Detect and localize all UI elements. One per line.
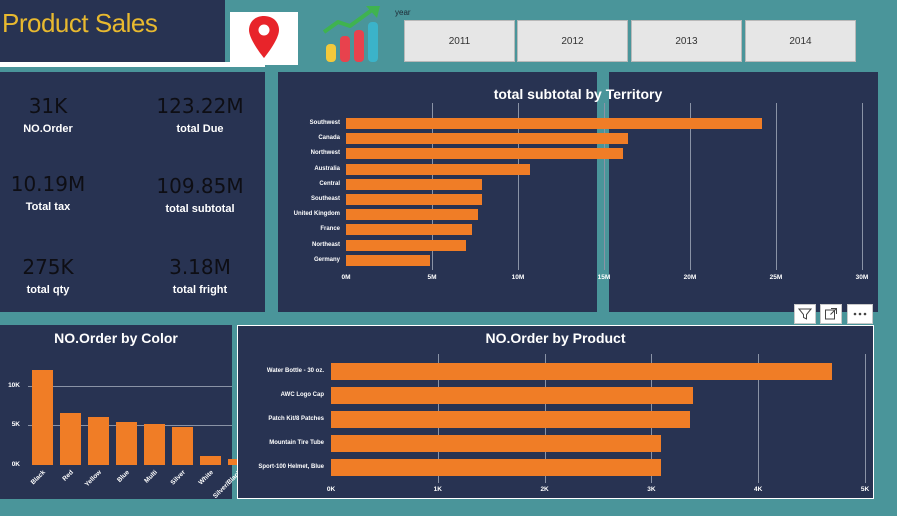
territory-chart-panel-right xyxy=(609,72,878,312)
year-option-2014[interactable]: 2014 xyxy=(745,20,856,62)
territory-category-label: Central xyxy=(319,180,340,187)
more-options-icon xyxy=(853,312,867,316)
territory-x-tick: 15M xyxy=(597,274,611,281)
territory-bar xyxy=(346,163,531,175)
kpi-value-total-due: 123.22M xyxy=(156,94,244,118)
product-x-tick: 5K xyxy=(860,486,870,493)
territory-category-label: Germany xyxy=(313,256,340,263)
growth-chart-logo xyxy=(320,4,384,64)
product-bar xyxy=(331,459,661,476)
territory-category-label: Southeast xyxy=(310,196,340,202)
product-x-tick: 0K xyxy=(326,486,336,493)
territory-bar xyxy=(346,194,482,205)
territory-bar xyxy=(346,239,467,251)
title-panel: Product Sales xyxy=(0,0,225,62)
product-x-tick: 4K xyxy=(754,486,763,493)
territory-gridline xyxy=(776,103,777,270)
product-category-label: Patch Kit/8 Patches xyxy=(268,416,324,422)
more-options-button[interactable] xyxy=(847,304,873,324)
product-category-label: Sport-100 Helmet, Blue xyxy=(258,464,324,470)
color-bar xyxy=(59,412,81,465)
year-option-2011[interactable]: 2011 xyxy=(404,20,515,62)
territory-x-tick: 5M xyxy=(427,274,437,281)
color-bar xyxy=(115,422,137,465)
territory-x-tick: 20M xyxy=(683,274,697,281)
product-bar xyxy=(331,363,832,380)
product-category-label: Mountain Tire Tube xyxy=(269,440,324,446)
kpi-label-total-tax: Total tax xyxy=(25,201,71,213)
territory-x-tick: 0M xyxy=(341,274,351,281)
product-bar xyxy=(331,411,690,428)
year-option-2013[interactable]: 2013 xyxy=(631,20,742,62)
focus-mode-button[interactable] xyxy=(820,304,842,324)
color-chart-title: NO.Order by Color xyxy=(54,330,178,346)
color-bar xyxy=(171,426,193,465)
territory-bar xyxy=(346,224,472,236)
focus-mode-icon xyxy=(825,308,837,320)
product-x-tick: 2K xyxy=(540,486,549,493)
year-option-2012[interactable]: 2012 xyxy=(517,20,628,62)
product-bar xyxy=(331,387,694,404)
kpi-panel: 31K NO.Order 123.22M total Due 10.19M To… xyxy=(0,72,265,312)
territory-category-label: United Kingdom xyxy=(293,211,340,218)
product-bar xyxy=(331,435,661,452)
header-divider xyxy=(0,62,265,67)
color-bar xyxy=(199,456,221,465)
territory-category-label: France xyxy=(320,226,340,233)
kpi-value-total-qty: 275K xyxy=(22,255,74,279)
kpi-label-orders: NO.Order xyxy=(23,123,73,135)
territory-category-label: Northwest xyxy=(310,150,340,157)
product-chart-title: NO.Order by Product xyxy=(485,330,626,346)
growth-chart-icon xyxy=(322,6,380,62)
kpi-label-total-qty: total qty xyxy=(26,284,70,296)
territory-category-label: Canada xyxy=(318,135,340,142)
territory-category-label: Australia xyxy=(314,165,340,172)
color-y-tick: 0K xyxy=(11,461,20,468)
territory-x-tick: 30M xyxy=(855,274,869,281)
color-y-tick: 10K xyxy=(8,381,20,389)
year-slicer-label: year xyxy=(395,8,411,17)
color-bar xyxy=(31,369,53,465)
color-bar xyxy=(87,417,109,465)
map-pin-icon xyxy=(249,16,279,58)
territory-bar xyxy=(346,133,629,145)
filter-button[interactable] xyxy=(794,304,816,324)
territory-bar xyxy=(346,148,623,160)
product-x-tick: 1K xyxy=(433,486,442,493)
territory-bar xyxy=(346,209,479,221)
territory-bar xyxy=(346,178,482,190)
product-category-label: Water Bottle - 30 oz. xyxy=(266,368,324,374)
territory-bar xyxy=(346,118,763,129)
territory-chart-title: total subtotal by Territory xyxy=(493,86,663,102)
color-gridline xyxy=(28,385,232,387)
territory-bar xyxy=(346,254,431,266)
page-title: Product Sales xyxy=(2,8,158,38)
kpi-value-total-tax: 10.19M xyxy=(10,172,86,196)
territory-gridline xyxy=(862,103,863,270)
map-pin-logo xyxy=(230,12,298,65)
territory-x-tick: 25M xyxy=(769,274,783,281)
product-gridline xyxy=(865,354,866,483)
kpi-value-orders: 31K xyxy=(28,94,68,118)
product-x-tick: 3K xyxy=(647,486,656,493)
territory-category-label: Northeast xyxy=(311,241,340,248)
territory-x-tick: 10M xyxy=(511,274,525,281)
color-bar xyxy=(143,423,165,465)
color-y-tick: 5K xyxy=(11,421,20,429)
territory-category-label: Southwest xyxy=(309,120,340,126)
kpi-label-total-fright: total fright xyxy=(172,284,228,296)
product-category-label: AWC Logo Cap xyxy=(280,392,324,398)
filter-icon xyxy=(798,308,812,320)
